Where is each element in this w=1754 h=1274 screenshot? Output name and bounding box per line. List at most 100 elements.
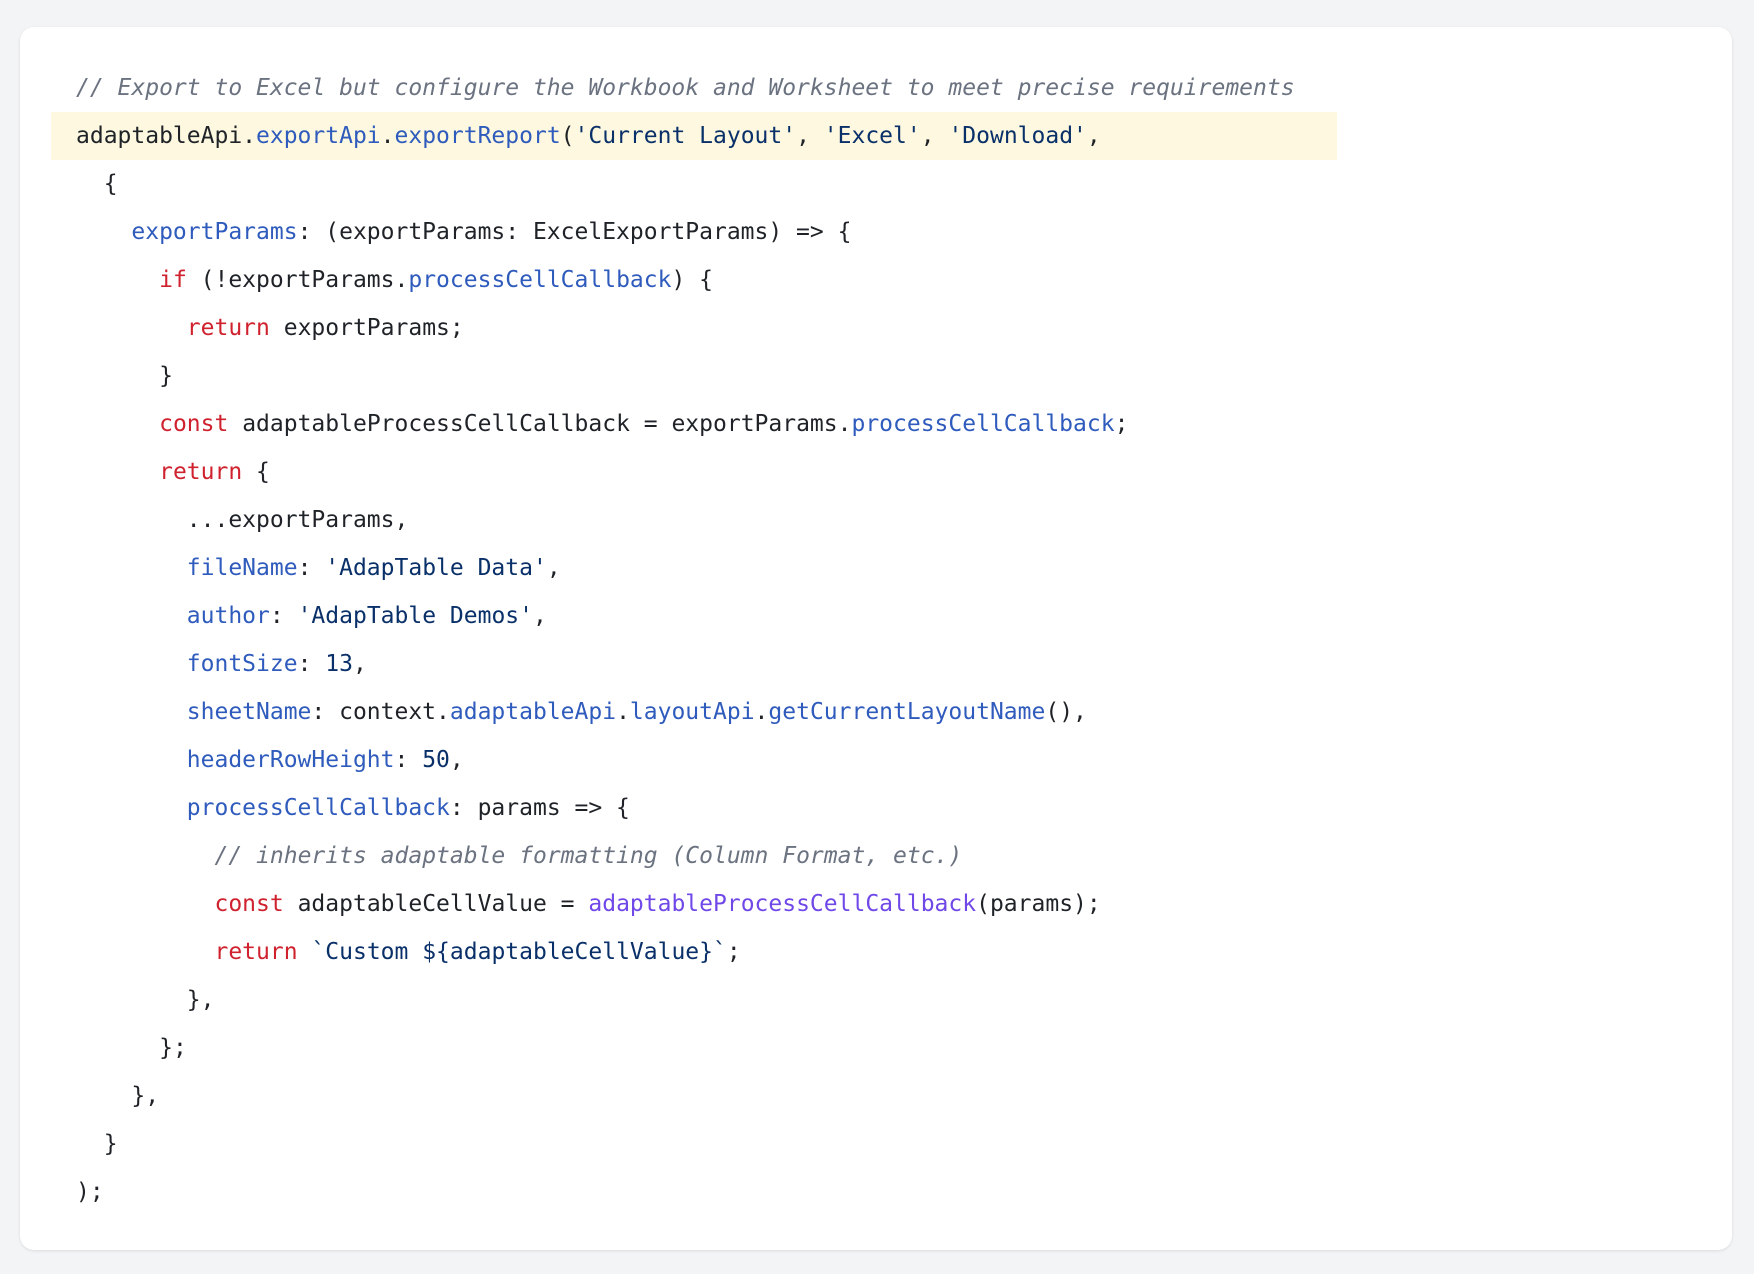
- code-token: adaptableCellValue =: [283, 891, 589, 917]
- code-token: :: [297, 651, 326, 677]
- code-line: },: [20, 1072, 1732, 1120]
- code-token: 50: [422, 747, 450, 773]
- code-line: author: 'AdapTable Demos',: [20, 592, 1732, 640]
- code-token: headerRowHeight: [186, 747, 395, 773]
- code-token: exportParams: [131, 219, 298, 245]
- code-token: ,: [546, 555, 561, 581]
- code-token: const: [214, 891, 284, 917]
- code-line: fontSize: 13,: [20, 640, 1732, 688]
- code-token: {: [242, 459, 270, 485]
- code-token: .: [380, 123, 395, 149]
- code-token: // Export to Excel but configure the Wor…: [76, 75, 1295, 101]
- code-token: :: [269, 603, 298, 629]
- code-token: author: [186, 603, 270, 629]
- code-token: },: [186, 987, 215, 1013]
- code-token: (),: [1045, 699, 1087, 725]
- code-token: : params => {: [449, 795, 630, 821]
- code-token: : (exportParams: ExcelExportParams) => {: [297, 219, 852, 245]
- code-token: processCellCallback: [408, 267, 672, 293]
- highlighted-code-line: adaptableApi.exportApi.exportReport('Cur…: [51, 112, 1337, 160]
- code-token: ,: [1086, 123, 1101, 149]
- code-line: headerRowHeight: 50,: [20, 736, 1732, 784]
- code-line: ...exportParams,: [20, 496, 1732, 544]
- code-token: ) {: [671, 267, 714, 293]
- code-line: const adaptableCellValue = adaptableProc…: [20, 880, 1732, 928]
- code-line: return `Custom ${adaptableCellValue}`;: [20, 928, 1732, 976]
- code-token: // inherits adaptable formatting (Column…: [214, 843, 963, 869]
- code-token: ,: [449, 747, 464, 773]
- code-line: };: [20, 1024, 1732, 1072]
- code-token: 13: [325, 651, 353, 677]
- code-line: if (!exportParams.processCellCallback) {: [20, 256, 1732, 304]
- code-token: const: [159, 411, 229, 437]
- code-token: };: [159, 1035, 187, 1061]
- code-line: const adaptableProcessCellCallback = exp…: [20, 400, 1732, 448]
- code-token: : context.: [311, 699, 450, 725]
- code-line: fileName: 'AdapTable Data',: [20, 544, 1732, 592]
- code-token: ,: [352, 651, 367, 677]
- code-token: return: [159, 459, 243, 485]
- code-token: `Custom ${adaptableCellValue}`: [311, 939, 727, 965]
- code-line: return exportParams;: [20, 304, 1732, 352]
- code-line: sheetName: context.adaptableApi.layoutAp…: [20, 688, 1732, 736]
- code-token: :: [394, 747, 423, 773]
- code-line: exportParams: (exportParams: ExcelExport…: [20, 208, 1732, 256]
- code-token: ,: [532, 603, 547, 629]
- code-line: {: [20, 160, 1732, 208]
- code-token: exportParams;: [269, 315, 464, 341]
- code-token: :: [297, 555, 326, 581]
- code-token: adaptableApi.: [76, 123, 257, 149]
- code-token: processCellCallback: [186, 795, 450, 821]
- code-token: processCellCallback: [851, 411, 1115, 437]
- code-line: }: [20, 352, 1732, 400]
- code-line: }: [20, 1120, 1732, 1168]
- code-token: adaptableProcessCellCallback = exportPar…: [228, 411, 852, 437]
- code-token: 'Current Layout': [574, 123, 797, 149]
- code-token: getCurrentLayoutName: [768, 699, 1046, 725]
- code-token: (params);: [976, 891, 1101, 917]
- code-token: (!exportParams.: [186, 267, 409, 293]
- code-line: },: [20, 976, 1732, 1024]
- code-token: ...exportParams,: [186, 507, 409, 533]
- code-token: exportApi: [256, 123, 381, 149]
- code-token: 'Download': [948, 123, 1087, 149]
- code-snippet-card: // Export to Excel but configure the Wor…: [20, 27, 1732, 1250]
- code-token: ,: [920, 123, 949, 149]
- code-line: return {: [20, 448, 1732, 496]
- code-token: layoutApi: [629, 699, 755, 725]
- code-token: sheetName: [186, 699, 312, 725]
- code-token: fontSize: [186, 651, 298, 677]
- code-line: // Export to Excel but configure the Wor…: [20, 64, 1732, 112]
- code-token: .: [616, 699, 630, 725]
- code-token: {: [103, 171, 118, 197]
- code-line: // inherits adaptable formatting (Column…: [20, 832, 1732, 880]
- code-token: 'AdapTable Data': [325, 555, 547, 581]
- code-block: // Export to Excel but configure the Wor…: [20, 64, 1732, 1216]
- code-token: if: [159, 267, 187, 293]
- code-token: }: [103, 1131, 118, 1157]
- code-token: adaptableApi: [449, 699, 617, 725]
- code-token: }: [159, 363, 173, 389]
- code-token: (: [560, 123, 575, 149]
- code-token: fileName: [186, 555, 298, 581]
